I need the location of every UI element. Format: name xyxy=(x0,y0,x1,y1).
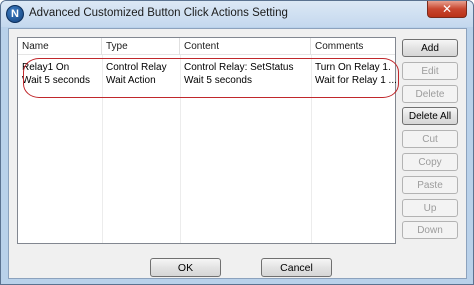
window-title: Advanced Customized Button Click Actions… xyxy=(29,7,288,19)
cell-content: Wait 5 seconds xyxy=(184,75,252,86)
cancel-button[interactable]: Cancel xyxy=(261,258,332,277)
cell-type: Wait Action xyxy=(106,75,156,86)
add-button[interactable]: Add xyxy=(402,39,458,57)
actions-list[interactable]: Name Type Content Comments Relay1 On Con… xyxy=(17,37,399,244)
list-header: Name Type Content Comments xyxy=(18,38,395,55)
title-bar[interactable]: N Advanced Customized Button Click Actio… xyxy=(1,1,473,27)
app-logo-icon: N xyxy=(6,5,24,23)
column-header-comments[interactable]: Comments xyxy=(311,38,397,55)
cell-type: Control Relay xyxy=(106,62,167,73)
cell-content: Control Relay: SetStatus xyxy=(184,62,294,73)
dialog-body: Name Type Content Comments Relay1 On Con… xyxy=(8,28,467,279)
cell-name: Relay1 On xyxy=(22,62,70,73)
close-button[interactable]: ✕ xyxy=(427,1,467,18)
table-row[interactable]: Relay1 On Control Relay Control Relay: S… xyxy=(18,61,395,74)
cell-comments: Turn On Relay 1. xyxy=(315,62,391,73)
edit-button[interactable]: Edit xyxy=(402,62,458,80)
dialog-window: N Advanced Customized Button Click Actio… xyxy=(0,0,474,285)
ok-button[interactable]: OK xyxy=(150,258,221,277)
cut-button[interactable]: Cut xyxy=(402,130,458,148)
column-header-type[interactable]: Type xyxy=(102,38,180,55)
delete-button[interactable]: Delete xyxy=(402,85,458,103)
column-header-content[interactable]: Content xyxy=(180,38,311,55)
table-row[interactable]: Wait 5 seconds Wait Action Wait 5 second… xyxy=(18,74,397,87)
close-icon: ✕ xyxy=(441,2,453,16)
delete-all-button[interactable]: Delete All xyxy=(402,107,458,125)
down-button[interactable]: Down xyxy=(402,221,458,239)
column-header-name[interactable]: Name xyxy=(18,38,102,55)
paste-button[interactable]: Paste xyxy=(402,176,458,194)
up-button[interactable]: Up xyxy=(402,199,458,217)
cell-name: Wait 5 seconds xyxy=(22,75,90,86)
copy-button[interactable]: Copy xyxy=(402,153,458,171)
cell-comments: Wait for Relay 1 ... xyxy=(315,75,397,86)
